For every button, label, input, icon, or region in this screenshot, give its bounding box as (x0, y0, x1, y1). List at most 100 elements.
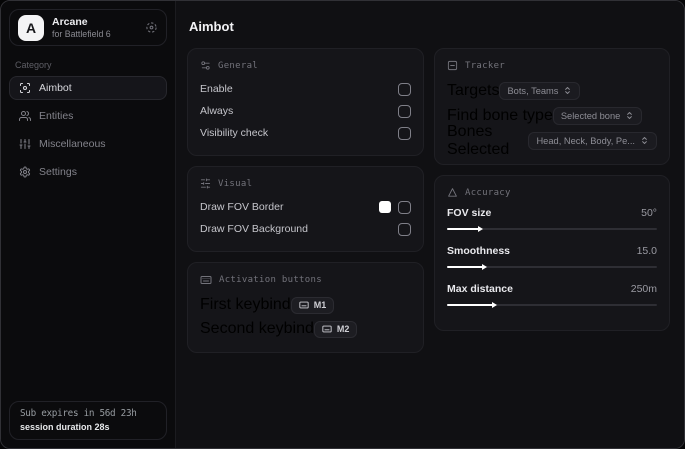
app-window: A Arcane for Battlefield 6 Category Aimb… (0, 0, 685, 449)
chevrons-up-down-icon (563, 86, 572, 95)
visibility-check-checkbox[interactable] (398, 126, 411, 140)
sidebar-item-label: Entities (39, 110, 74, 122)
sub-expiry-text: Sub expires in 56d 23h (20, 408, 137, 419)
app-title: Arcane (52, 15, 88, 28)
chevrons-up-down-icon (625, 111, 634, 120)
fov-border-color-swatch[interactable] (379, 201, 391, 213)
second-keybind-button[interactable]: M2 (313, 320, 358, 338)
keybind-row-first: First keybind M1 (200, 293, 411, 317)
subscription-card: Sub expires in 56d 23h session duration … (9, 401, 167, 440)
tracker-card: Tracker Targets Bots, Teams Find bone ty… (434, 48, 670, 165)
sidebar-item-miscellaneous[interactable]: Miscellaneous (9, 132, 167, 156)
accuracy-card: Accuracy FOV size 50° Smoothness 15.0 Ma… (434, 175, 670, 331)
slider-thumb[interactable] (477, 226, 483, 232)
refresh-icon[interactable] (145, 21, 158, 34)
activation-buttons-card: Activation buttons First keybind M1 Seco… (187, 262, 424, 353)
draw-fov-border-checkbox[interactable] (398, 200, 411, 214)
triangle-icon (447, 187, 458, 198)
card-title: Accuracy (465, 187, 511, 198)
card-title: Visual (218, 178, 253, 189)
smoothness-slider[interactable] (447, 264, 657, 270)
draw-fov-background-checkbox[interactable] (398, 222, 411, 236)
keyboard-icon (200, 274, 212, 286)
sidebar: A Arcane for Battlefield 6 Category Aimb… (1, 1, 176, 448)
tracker-row-targets: Targets Bots, Teams (447, 78, 657, 103)
left-column: General Enable Always Visibility check V… (187, 48, 424, 363)
setting-label: Draw FOV Border (200, 201, 284, 213)
find-bone-type-select[interactable]: Selected bone (552, 106, 643, 125)
brand-text: Arcane for Battlefield 6 (52, 16, 111, 39)
slider-row-smoothness: Smoothness 15.0 (447, 243, 657, 270)
tracker-card-header: Tracker (447, 60, 657, 71)
setting-label: Always (200, 105, 234, 117)
sidebar-item-settings[interactable]: Settings (9, 160, 167, 184)
category-label: Category (15, 60, 52, 70)
sliders-icon (19, 138, 31, 150)
first-keybind-button[interactable]: M1 (290, 296, 335, 314)
slider-label: Smoothness (447, 245, 511, 257)
crosshair-icon (19, 82, 31, 94)
slider-value: 15.0 (636, 245, 657, 257)
bones-selected-select[interactable]: Head, Neck, Body, Pe... (528, 131, 657, 150)
slider-thumb[interactable] (481, 264, 487, 270)
sidebar-item-label: Miscellaneous (39, 138, 106, 150)
card-title: Tracker (465, 60, 506, 71)
targets-select[interactable]: Bots, Teams (499, 81, 581, 100)
app-subtitle: for Battlefield 6 (52, 28, 111, 39)
sidebar-item-label: Aimbot (39, 82, 72, 94)
always-checkbox[interactable] (398, 104, 411, 118)
square-minus-icon (447, 60, 458, 71)
keybind-label: First keybind (200, 296, 291, 313)
sidebar-item-aimbot[interactable]: Aimbot (9, 76, 167, 100)
setting-row-always: Always (200, 100, 411, 122)
slider-label: FOV size (447, 207, 492, 219)
select-value: Head, Neck, Body, Pe... (536, 135, 635, 146)
general-card-header: General (200, 60, 411, 71)
chevrons-up-down-icon (640, 136, 649, 145)
card-title: Activation buttons (219, 275, 322, 285)
sidebar-item-entities[interactable]: Entities (9, 104, 167, 128)
fov-size-slider[interactable] (447, 226, 657, 232)
keybind-value: M2 (336, 324, 350, 334)
sliders-horizontal-icon (200, 178, 211, 189)
slider-row-max-distance: Max distance 250m (447, 281, 657, 308)
setting-row-draw-fov-background: Draw FOV Background (200, 218, 411, 240)
setting-row-visibility-check: Visibility check (200, 122, 411, 144)
visual-card-header: Visual (200, 178, 411, 189)
setting-label: Draw FOV Background (200, 223, 308, 235)
sidebar-item-label: Settings (39, 166, 77, 178)
gear-icon (19, 166, 31, 178)
slider-value: 50° (641, 207, 657, 219)
page-title: Aimbot (189, 19, 234, 34)
select-value: Bots, Teams (507, 85, 559, 96)
screen: A Arcane for Battlefield 6 Category Aimb… (0, 0, 685, 449)
right-column: Tracker Targets Bots, Teams Find bone ty… (434, 48, 670, 341)
setting-row-enable: Enable (200, 78, 411, 100)
slider-value: 250m (630, 283, 657, 295)
slider-row-fov-size: FOV size 50° (447, 205, 657, 232)
tracker-row-bones-selected: Bones Selected Head, Neck, Body, Pe... (447, 123, 657, 158)
main-content: Aimbot General Enable Always Visibility … (176, 1, 684, 448)
keybind-row-second: Second keybind M2 (200, 317, 411, 341)
general-card: General Enable Always Visibility check (187, 48, 424, 156)
brand-card: A Arcane for Battlefield 6 (9, 9, 167, 46)
tracker-label: Bones Selected (447, 122, 510, 158)
app-logo: A (18, 14, 44, 41)
users-icon (19, 110, 31, 122)
setting-label: Visibility check (200, 127, 269, 139)
keyboard-icon (299, 300, 309, 310)
keybind-label: Second keybind (200, 320, 314, 337)
setting-label: Enable (200, 83, 233, 95)
session-duration-text: session duration 28s (20, 422, 110, 432)
tracker-label: Targets (447, 81, 500, 99)
accuracy-card-header: Accuracy (447, 187, 657, 198)
settings-sliders-icon (200, 60, 211, 71)
slider-label: Max distance (447, 283, 513, 295)
max-distance-slider[interactable] (447, 302, 657, 308)
keyboard-icon (322, 324, 332, 334)
setting-row-draw-fov-border: Draw FOV Border (200, 196, 411, 218)
slider-thumb[interactable] (492, 302, 498, 308)
enable-checkbox[interactable] (398, 82, 411, 96)
visual-card: Visual Draw FOV Border Draw FOV Backgrou… (187, 166, 424, 252)
activation-card-header: Activation buttons (200, 274, 411, 286)
